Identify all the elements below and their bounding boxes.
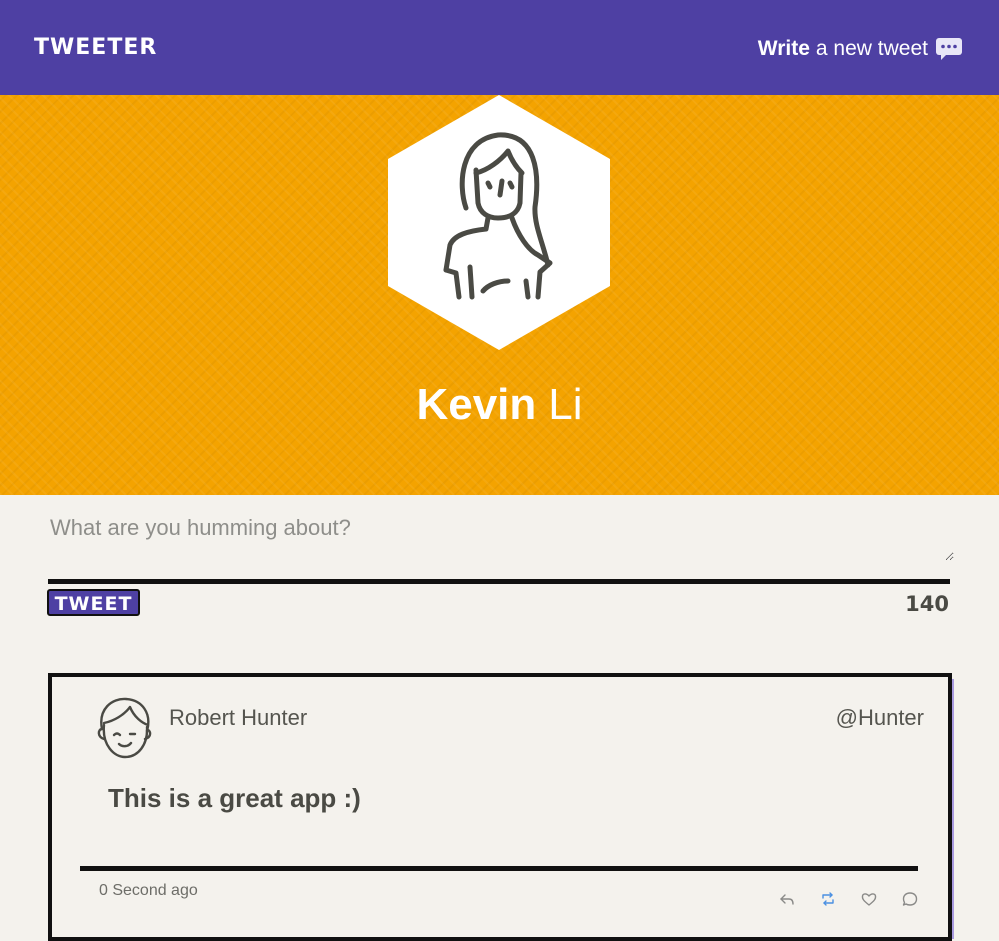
like-icon[interactable] (861, 891, 877, 907)
profile-banner: Kevin Li (0, 95, 999, 495)
tweet-actions (754, 891, 918, 907)
composer-divider (48, 579, 950, 584)
profile-last-name: Li (548, 380, 583, 429)
tweet-timestamp: 0 Second ago (99, 882, 198, 899)
profile-avatar (388, 95, 610, 350)
character-counter: 140 (905, 592, 949, 616)
speech-bubble-icon (935, 37, 963, 61)
top-nav: TWEETER Write a new tweet (0, 0, 999, 95)
tweet-submit-button[interactable]: TWEET (47, 589, 140, 616)
tweet-author-handle: @Hunter (835, 705, 924, 730)
man-avatar-icon (94, 695, 154, 761)
write-tweet-link[interactable]: Write a new tweet (758, 34, 963, 64)
profile-first-name: Kevin (416, 380, 537, 429)
tweet-divider (80, 866, 918, 871)
profile-name: Kevin Li (0, 377, 999, 433)
comment-icon[interactable] (902, 891, 918, 907)
compose-label-light: a new tweet (815, 37, 928, 60)
retweet-icon[interactable] (820, 891, 836, 907)
tweet-compose-input[interactable] (48, 515, 954, 561)
tweet-author-name: Robert Hunter (169, 705, 308, 730)
reply-icon[interactable] (779, 891, 795, 907)
compose-label-bold: Write (757, 37, 810, 60)
tweet-card: Robert Hunter @Hunter This is a great ap… (48, 673, 952, 941)
tweet-body: This is a great app :) (108, 783, 361, 813)
brand-logo[interactable]: TWEETER (34, 33, 157, 63)
